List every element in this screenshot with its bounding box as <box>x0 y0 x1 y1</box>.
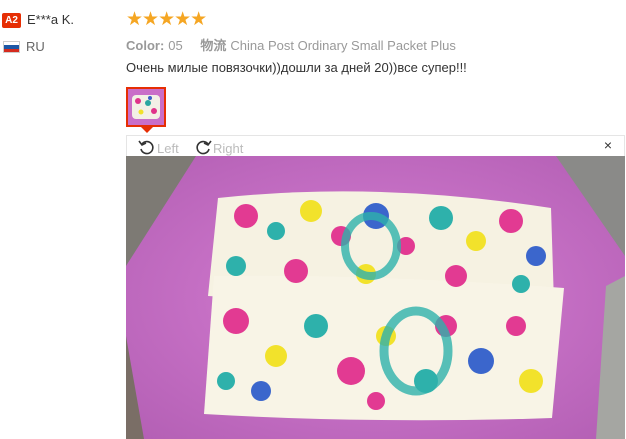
review-photo-thumbnail[interactable] <box>126 87 166 127</box>
thumbnail-pointer <box>141 127 153 133</box>
buyer-level-badge: A2 <box>2 13 21 28</box>
rotate-right-label: Right <box>213 141 244 156</box>
shipping-label: 物流 <box>200 38 227 53</box>
rating-stars: ★★★★★ <box>126 9 207 30</box>
reviewer-country: RU <box>26 39 45 54</box>
review-photo-large <box>126 156 625 439</box>
close-viewer-button[interactable]: × <box>604 137 612 153</box>
review-text: Очень милые повязочки))дошли за дней 20)… <box>126 60 467 75</box>
reviewer-name: E***a K. <box>27 12 74 27</box>
color-label: Color: <box>126 38 165 53</box>
rotate-left-label: Left <box>157 141 179 156</box>
color-value: 05 <box>168 38 183 53</box>
country-flag-icon <box>3 41 20 53</box>
shipping-value: China Post Ordinary Small Packet Plus <box>230 38 456 53</box>
photo-viewer-toolbar: Left Right × <box>126 135 625 156</box>
order-info: Color: 05 物流 China Post Ordinary Small Pac… <box>126 35 456 54</box>
